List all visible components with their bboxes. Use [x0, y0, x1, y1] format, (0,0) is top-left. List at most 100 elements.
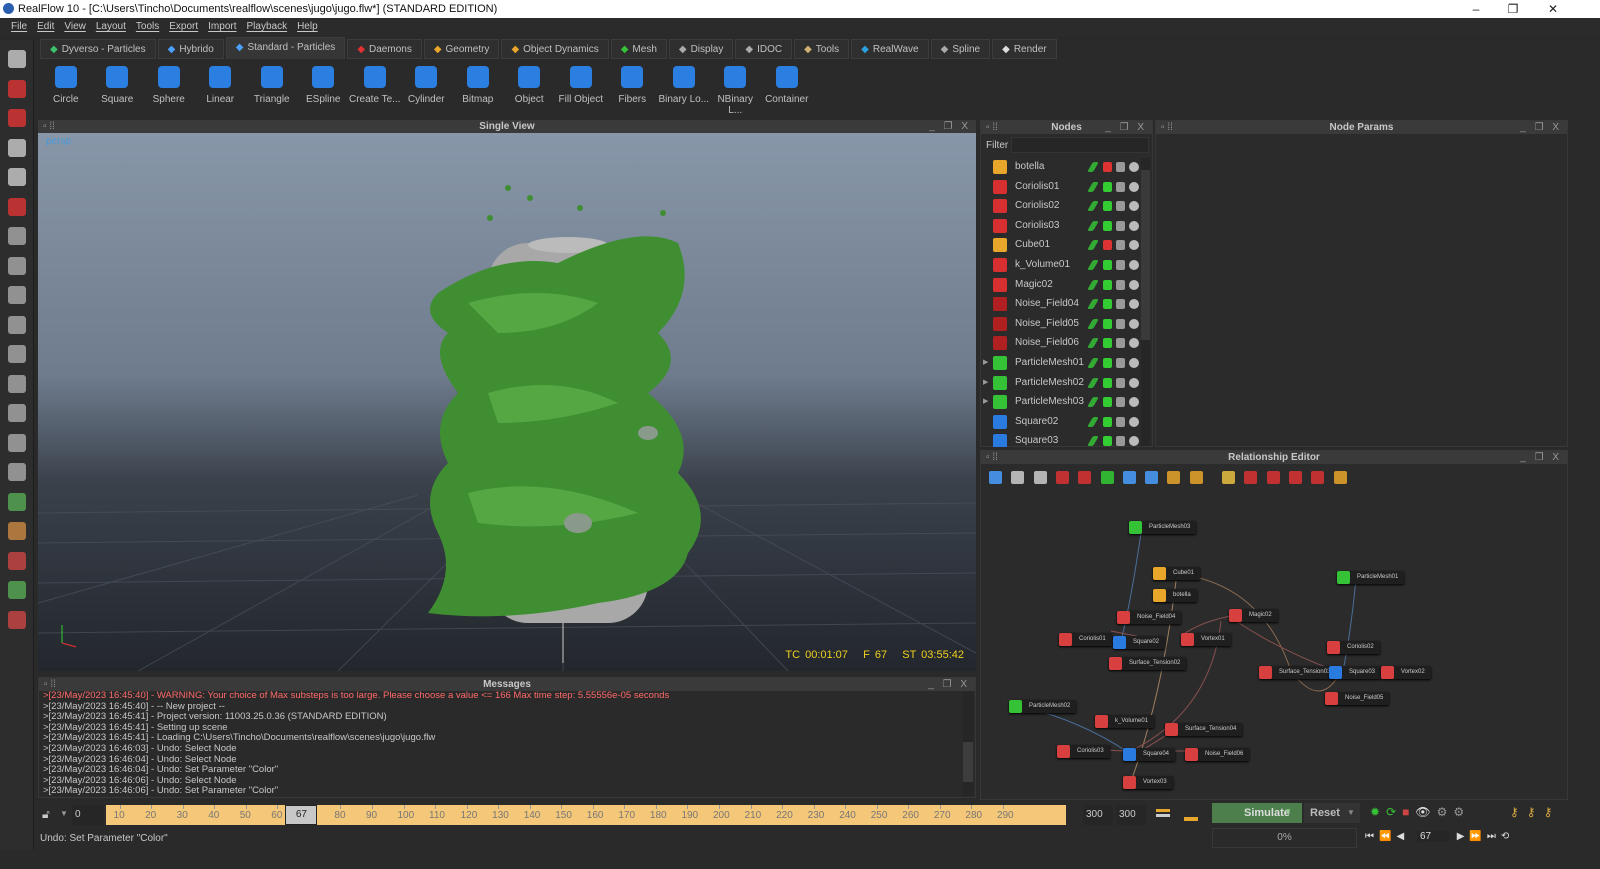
tool-fill-object[interactable]: Fill Object [555, 62, 607, 112]
left-tool-film-icon[interactable] [8, 197, 26, 216]
visibility-icon[interactable] [1116, 240, 1125, 251]
graph-node-particlemesh02[interactable]: ParticleMesh02 [1009, 700, 1077, 713]
tab-idoc[interactable]: ◆ IDOC [735, 39, 793, 59]
shading-icon[interactable] [1129, 240, 1139, 251]
messages-scrollbar[interactable] [963, 692, 973, 796]
graph-node-particlemesh03[interactable]: ParticleMesh03 [1129, 521, 1197, 534]
go-start-icon[interactable]: ⏮ [1365, 831, 1379, 842]
left-tool-sphere-icon[interactable] [8, 433, 26, 452]
edit-icon[interactable] [1087, 299, 1099, 310]
left-tool-wire-cube-icon[interactable] [8, 374, 26, 393]
tool-bitmap[interactable]: Bitmap [452, 62, 504, 112]
shading-icon[interactable] [1129, 377, 1139, 388]
visibility-icon[interactable] [1116, 201, 1125, 212]
graph-node-surface_tension03[interactable]: Surface_Tension03 [1259, 666, 1337, 679]
shading-icon[interactable] [1129, 299, 1139, 310]
edit-icon[interactable] [1087, 338, 1099, 349]
edit-icon[interactable] [1087, 416, 1099, 427]
edit-icon[interactable] [1087, 181, 1099, 192]
panel-window-buttons[interactable]: _ ❐ X [928, 678, 970, 691]
key-set-icon[interactable]: ⚷ [1544, 805, 1561, 819]
graph-node-k_volume01[interactable]: k_Volume01 [1095, 715, 1155, 728]
left-tool-brush-red-icon[interactable] [8, 551, 26, 570]
tool-square[interactable]: Square [92, 62, 144, 112]
graph-node-coriolis01[interactable]: Coriolis01 [1059, 633, 1112, 646]
play-back-icon[interactable]: ◀ [1396, 831, 1409, 842]
shading-icon[interactable] [1129, 416, 1139, 427]
tab-tools[interactable]: ◆ Tools [794, 39, 850, 59]
cache-icon[interactable] [1103, 358, 1112, 368]
shading-icon[interactable] [1129, 318, 1139, 329]
edit-icon[interactable] [1087, 201, 1099, 212]
shading-icon[interactable] [1129, 397, 1139, 408]
shading-icon[interactable] [1129, 220, 1139, 231]
tab-daemons[interactable]: ◆ Daemons [347, 39, 422, 59]
node-row-particlemesh01[interactable]: ▶ ParticleMesh01 [981, 353, 1141, 373]
range-toggle-icon[interactable] [1156, 809, 1170, 817]
tool-create-te-[interactable]: Create Te... [349, 62, 401, 112]
cache-icon[interactable] [1103, 181, 1112, 192]
eye-icon[interactable]: 👁︎ [1415, 805, 1436, 819]
shading-icon[interactable] [1129, 260, 1139, 270]
visibility-icon[interactable] [1116, 220, 1125, 231]
tool-triangle[interactable]: Triangle [246, 62, 298, 112]
graph-node-particlemesh01[interactable]: ParticleMesh01 [1337, 571, 1405, 584]
left-tool-brush-orange-icon[interactable] [8, 522, 26, 540]
graph-node-noise_field05[interactable]: Noise_Field05 [1325, 692, 1390, 705]
tab-geometry[interactable]: ◆ Geometry [423, 39, 500, 59]
end-frame-field[interactable]: 300 [1083, 805, 1113, 825]
visibility-icon[interactable] [1116, 299, 1125, 310]
tool-binary-lo-[interactable]: Binary Lo... [658, 62, 710, 112]
left-tool-cone-icon[interactable] [8, 109, 26, 127]
panel-window-buttons[interactable]: _ ❐ X [929, 120, 971, 133]
cache-icon[interactable]: ■ [1402, 805, 1415, 819]
graph-node-botella[interactable]: botella [1153, 589, 1197, 602]
visibility-icon[interactable] [1116, 416, 1125, 427]
cache-icon[interactable] [1103, 338, 1112, 349]
tool-nbinary-l-[interactable]: NBinary L... [710, 62, 762, 116]
sim-tool-icons[interactable]: ✹⟳■👁︎⚙⚙ [1370, 805, 1470, 819]
node-row-particlemesh03[interactable]: ▶ ParticleMesh03 [981, 392, 1141, 412]
visibility-icon[interactable] [1116, 358, 1125, 368]
menu-export[interactable]: Export [164, 18, 203, 36]
left-tool-hex-icon[interactable] [8, 315, 26, 334]
tool-circle[interactable]: Circle [40, 62, 92, 112]
node-row-noise_field06[interactable]: Noise_Field06 [981, 333, 1141, 353]
left-tool-save-red-icon[interactable] [8, 610, 26, 629]
step-forward-icon[interactable]: ⏩ [1469, 831, 1486, 842]
panel-dock-icon[interactable]: ▫ ⁞⁞ [1161, 121, 1173, 134]
gear-settings-icon[interactable]: ⚙ [1453, 805, 1470, 819]
gear-export-icon[interactable]: ⚙ [1437, 805, 1454, 819]
visibility-icon[interactable] [1116, 279, 1125, 290]
menu-layout[interactable]: Layout [91, 18, 131, 36]
node-row-cube01[interactable]: Cube01 [981, 235, 1141, 255]
tab-render[interactable]: ◆ Render [992, 39, 1057, 59]
edit-icon[interactable] [1087, 279, 1099, 290]
cache-icon[interactable] [1103, 416, 1112, 427]
shading-icon[interactable] [1129, 279, 1139, 290]
step-back-icon[interactable]: ⏪ [1379, 831, 1396, 842]
simulate-dropdown-icon[interactable]: ▼ [1284, 807, 1292, 816]
tab-hybrido[interactable]: ◆ Hybrido [157, 39, 224, 59]
tab-object-dynamics[interactable]: ◆ Object Dynamics [501, 39, 609, 59]
lock-icon[interactable]: 🔓︎ [42, 807, 50, 822]
menu-help[interactable]: Help [292, 18, 323, 36]
cache-icon[interactable] [1103, 279, 1112, 290]
expand-arrow-icon[interactable]: ▶ [983, 373, 988, 393]
tab-spline[interactable]: ◆ Spline [930, 39, 991, 59]
graph-node-coriolis02[interactable]: Coriolis02 [1327, 641, 1380, 654]
key-icons[interactable]: ⚷⚷⚷ [1510, 805, 1560, 819]
left-tool-sphere-dots-icon[interactable] [8, 345, 26, 363]
cache-icon[interactable] [1103, 240, 1112, 251]
node-row-coriolis02[interactable]: Coriolis02 [981, 196, 1141, 216]
panel-dock-icon[interactable]: ▫ ⁞⁞ [44, 678, 56, 691]
node-row-particlemesh02[interactable]: ▶ ParticleMesh02 [981, 373, 1141, 393]
3d-viewport[interactable]: persp TC 00:01:07 F 67 ST 03:55:42 [38, 133, 976, 671]
graph-node-surface_tension02[interactable]: Surface_Tension02 [1109, 657, 1187, 670]
tool-object[interactable]: Object [504, 62, 556, 112]
menu-playback[interactable]: Playback [242, 18, 293, 36]
tool-container[interactable]: Container [761, 62, 813, 112]
node-row-noise_field04[interactable]: Noise_Field04 [981, 294, 1141, 314]
tool-cylinder[interactable]: Cylinder [401, 62, 453, 112]
visibility-icon[interactable] [1116, 260, 1125, 270]
